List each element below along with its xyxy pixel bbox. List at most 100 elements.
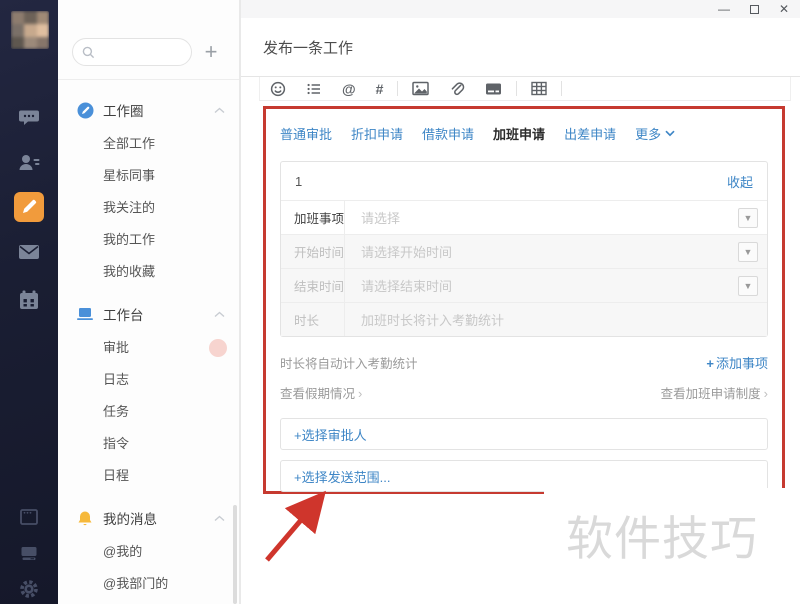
annotation-highlight-box: 普通审批 折扣申请 借款申请 加班申请 出差申请 更多 1 收起 加班事项 请选… — [263, 106, 785, 494]
auto-count-note: 时长将自动计入考勤统计 — [280, 353, 418, 372]
tab-normal-approval[interactable]: 普通审批 — [280, 124, 332, 143]
search-box[interactable] — [72, 38, 192, 66]
section-label: 工作台 — [103, 304, 214, 324]
start-time-select[interactable]: 请选择开始时间 — [345, 242, 738, 261]
tab-discount-request[interactable]: 折扣申请 — [351, 124, 403, 143]
dropdown-arrow-icon[interactable]: ▼ — [738, 242, 758, 262]
window-titlebar: — ✕ — [241, 0, 800, 18]
sidebar-item-directive[interactable]: 指令 — [58, 428, 239, 460]
tab-overtime-request[interactable]: 加班申请 — [493, 124, 545, 143]
compose-toolbar: @ # — [259, 77, 791, 101]
window-icon[interactable] — [15, 503, 43, 531]
add-item-link[interactable]: +添加事项 — [706, 353, 768, 372]
watermark: 软件技巧 — [544, 488, 800, 604]
chevron-up-icon[interactable] — [214, 515, 225, 522]
attachment-icon[interactable] — [439, 77, 475, 101]
item-index: 1 — [295, 174, 302, 189]
sidebar-item-starred-colleagues[interactable]: 星标同事 — [58, 160, 239, 192]
work-circle-icon — [76, 101, 94, 119]
emoji-icon[interactable] — [260, 77, 296, 101]
sidebar-item-all-work[interactable]: 全部工作 — [58, 128, 239, 160]
avatar[interactable] — [11, 11, 49, 49]
image-icon[interactable] — [402, 77, 439, 101]
calendar-icon[interactable] — [15, 286, 43, 314]
search-icon — [82, 46, 95, 59]
notification-badge — [209, 339, 227, 357]
sidebar-item-label: 审批 — [103, 340, 129, 355]
toolbar-separator — [397, 81, 398, 96]
field-label: 结束时间 — [281, 269, 345, 302]
form-row-start-time: 开始时间 请选择开始时间 ▼ — [281, 234, 767, 268]
add-item-label: 添加事项 — [716, 356, 768, 371]
minimize-button[interactable]: — — [716, 1, 732, 17]
contacts-icon[interactable] — [15, 149, 43, 177]
holiday-status-link[interactable]: 查看假期情况› — [280, 383, 362, 402]
chevron-up-icon[interactable] — [214, 311, 225, 318]
page-title: 发布一条工作 — [263, 37, 353, 58]
app-rail — [0, 0, 58, 604]
dropdown-arrow-icon[interactable]: ▼ — [738, 276, 758, 296]
sidebar-item-my-work[interactable]: 我的工作 — [58, 224, 239, 256]
chevron-right-icon: › — [358, 386, 362, 401]
form-row-overtime-item: 加班事项 请选择 ▼ — [281, 200, 767, 234]
avatar-pixelated-image — [11, 11, 49, 49]
sidebar-menu: 工作圈 全部工作 星标同事 我关注的 我的工作 我的收藏 工作台 审批 日志 任… — [58, 80, 239, 600]
close-button[interactable]: ✕ — [776, 1, 792, 17]
duration-field: 加班时长将计入考勤统计 — [345, 310, 767, 329]
tab-more-label: 更多 — [635, 124, 661, 143]
sidebar-item-at-me[interactable]: @我的 — [58, 536, 239, 568]
field-label: 加班事项 — [281, 201, 345, 234]
approval-tabs: 普通审批 折扣申请 借款申请 加班申请 出差申请 更多 — [280, 124, 768, 143]
settings-icon[interactable] — [15, 575, 43, 603]
section-label: 我的消息 — [103, 508, 214, 528]
chevron-down-icon — [665, 130, 675, 137]
plus-icon: + — [706, 356, 714, 371]
hash-icon[interactable]: # — [366, 77, 394, 101]
form-row-duration: 时长 加班时长将计入考勤统计 — [281, 302, 767, 336]
end-time-select[interactable]: 请选择结束时间 — [345, 276, 738, 295]
overtime-form-card: 1 收起 加班事项 请选择 ▼ 开始时间 请选择开始时间 ▼ 结束时间 请选择结… — [280, 161, 768, 337]
field-label: 开始时间 — [281, 235, 345, 268]
dropdown-arrow-icon[interactable]: ▼ — [738, 208, 758, 228]
mail-icon[interactable] — [15, 238, 43, 266]
sidebar-section-work-circle[interactable]: 工作圈 — [58, 92, 239, 128]
sidebar-item-task[interactable]: 任务 — [58, 396, 239, 428]
overtime-policy-link[interactable]: 查看加班申请制度› — [661, 383, 768, 402]
field-label: 时长 — [281, 303, 345, 336]
sidebar-section-workbench[interactable]: 工作台 — [58, 296, 239, 332]
section-label: 工作圈 — [103, 100, 214, 120]
chat-icon[interactable] — [15, 103, 43, 131]
sidebar-item-my-follows[interactable]: 我关注的 — [58, 192, 239, 224]
workbench-icon — [76, 305, 94, 323]
tab-business-trip-request[interactable]: 出差申请 — [564, 124, 616, 143]
search-input[interactable] — [101, 45, 187, 59]
app-window: { "window": { "controls": { "minimize": … — [0, 0, 800, 604]
collapse-link[interactable]: 收起 — [727, 172, 753, 191]
computer-icon[interactable] — [15, 539, 43, 567]
annotation-arrow — [255, 490, 335, 570]
toolbar-separator — [516, 81, 517, 96]
maximize-icon — [750, 5, 759, 14]
sidebar-item-at-my-department[interactable]: @我部门的 — [58, 568, 239, 600]
sidebar-item-my-favorites[interactable]: 我的收藏 — [58, 256, 239, 288]
edit-work-icon[interactable] — [14, 192, 44, 222]
sidebar-item-journal[interactable]: 日志 — [58, 364, 239, 396]
sidebar-section-my-messages[interactable]: 我的消息 — [58, 500, 239, 536]
sidebar: + 工作圈 全部工作 星标同事 我关注的 我的工作 我的收藏 工作台 审批 — [58, 0, 240, 604]
grid-icon[interactable] — [521, 77, 557, 101]
mention-icon[interactable]: @ — [332, 77, 366, 101]
card-icon[interactable] — [475, 77, 512, 101]
maximize-button[interactable] — [746, 1, 762, 17]
main-panel: — ✕ 发布一条工作 @ # — [240, 0, 800, 604]
form-row-end-time: 结束时间 请选择结束时间 ▼ — [281, 268, 767, 302]
add-button[interactable]: + — [197, 38, 225, 66]
overtime-item-select[interactable]: 请选择 — [345, 208, 738, 227]
sidebar-item-schedule[interactable]: 日程 — [58, 460, 239, 492]
list-icon[interactable] — [296, 77, 332, 101]
tab-loan-request[interactable]: 借款申请 — [422, 124, 474, 143]
sidebar-scrollbar[interactable] — [233, 505, 237, 604]
tab-more[interactable]: 更多 — [635, 124, 675, 143]
select-approver-button[interactable]: +选择审批人 — [280, 418, 768, 450]
chevron-up-icon[interactable] — [214, 107, 225, 114]
sidebar-item-approval[interactable]: 审批 — [58, 332, 239, 364]
